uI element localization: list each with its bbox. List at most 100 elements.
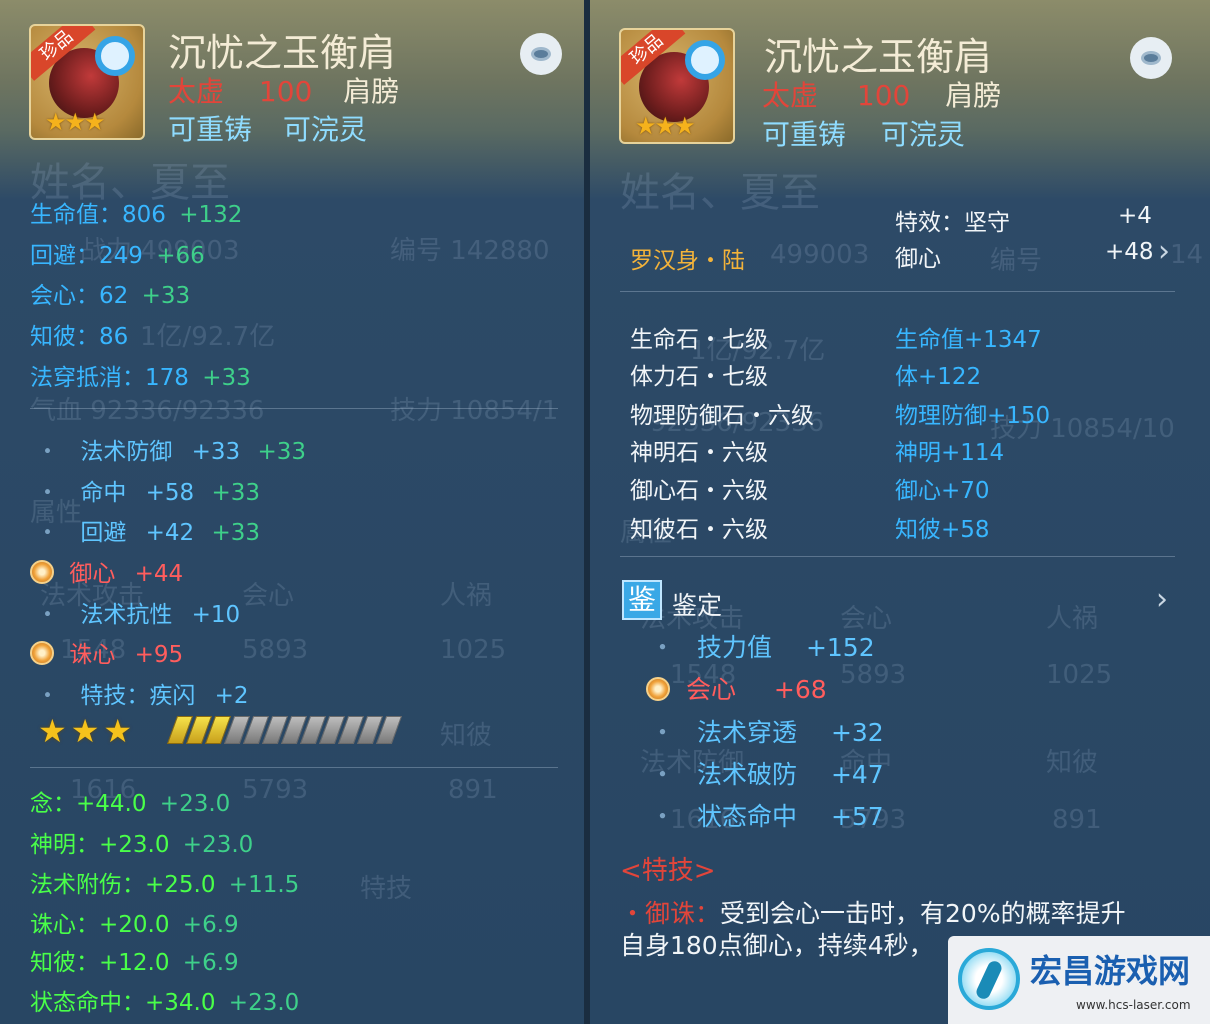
stat-bonus: +132 [179, 202, 243, 228]
gem-effect: 御心+70 [895, 478, 990, 504]
appraisal-stat-row: 会心 +68 [646, 670, 827, 706]
bullet-dot: ・ [36, 602, 59, 628]
stat-label: 诛心 [69, 642, 116, 668]
stat-value: +47 [830, 760, 884, 789]
stat-value: +42 [145, 520, 195, 546]
jade-ring-icon [685, 40, 725, 80]
bullet-dot: ・ [36, 683, 59, 709]
stat-label: 会心：62 [30, 283, 129, 309]
base-stat-row: 生命值：806 +132 [30, 195, 242, 229]
skill-name: ・御诛： [620, 899, 721, 928]
stat-value: +10 [191, 602, 241, 628]
extra-stat-row: 诛心 +95 [30, 635, 183, 669]
stat-value: +68 [773, 675, 827, 704]
stat-label: 法术抗性 [80, 602, 173, 628]
ghost-text: 1025 [1046, 660, 1113, 690]
bullet-dot: ・ [36, 480, 59, 506]
ghost-text: 特技 [360, 874, 413, 904]
gem-icon [30, 560, 54, 584]
watermark-title: 宏昌游戏网 [1030, 952, 1191, 990]
base-stat-row: 知彼：86 [30, 317, 134, 351]
stat-bonus: +66 [156, 243, 205, 269]
stat-label: 法术穿透 [696, 718, 797, 747]
ghost-text: 5893 [840, 660, 907, 690]
eye-icon[interactable] [1130, 37, 1172, 79]
chevron-right-icon[interactable]: › [1158, 234, 1170, 269]
nian-stat-row: 诛心：+20.0 +6.9 [30, 905, 239, 939]
stat-label: 法术防御 [80, 439, 173, 465]
item-name: 沉忧之玉衡肩 [764, 35, 993, 79]
gem-effect: 生命值+1347 [895, 327, 1042, 353]
bullet-dot: ・ [650, 802, 676, 831]
gem-name: 物理防御石・六级 [630, 403, 814, 429]
stat-value: +57 [830, 802, 884, 831]
gem-effect: 知彼+58 [895, 517, 990, 543]
stat-bonus: +6.9 [182, 950, 239, 976]
nian-stat-row: 状态命中：+34.0 +23.0 [30, 983, 299, 1017]
stat-bonus: +33 [257, 439, 307, 465]
ghost-text: 人祸 [1046, 604, 1099, 634]
bullet-dot: ・ [36, 439, 59, 465]
divider [620, 291, 1175, 292]
stat-label: 法术破防 [696, 760, 797, 789]
refine-label: 可浣灵 [880, 118, 965, 151]
item-name: 沉忧之玉衡肩 [168, 31, 397, 75]
ghost-text: 14 [1170, 240, 1204, 270]
icon-stars: ★★★ [635, 112, 696, 140]
ghost-text: 499003 [770, 240, 870, 270]
stat-value: +33 [191, 439, 241, 465]
ghost-text: 891 [1052, 805, 1102, 835]
slot-label: 肩膀 [343, 75, 400, 108]
skill-desc: 受到会心一击时，有20%的概率提升 [720, 899, 1126, 928]
watermark-url: www.hcs-laser.com [1076, 998, 1191, 1012]
ghost-text: 知彼 [1046, 748, 1099, 778]
nian-stat-row: 知彼：+12.0 +6.9 [30, 943, 239, 977]
appraisal-stat-row: ・ 状态命中 +57 [650, 797, 884, 833]
stat-bonus: +33 [211, 480, 261, 506]
set-name: 罗汉身・陆 [630, 248, 745, 274]
ghost-text: 姓名、夏至 [620, 170, 820, 216]
stat-bonus: +11.5 [228, 872, 300, 898]
item-traits: 可重铸 可浣灵 [168, 108, 367, 148]
stat-label: 念：+44.0 [30, 791, 147, 817]
eye-icon[interactable] [520, 33, 562, 75]
gem-icon [646, 677, 670, 701]
chevron-right-icon[interactable]: › [1156, 582, 1168, 617]
stat-label: 神明：+23.0 [30, 832, 170, 858]
extra-stat-row: ・ 法术防御 +33 +33 [36, 432, 306, 466]
stat-label: 御心 [69, 561, 116, 587]
site-watermark: 宏昌游戏网 www.hcs-laser.com [948, 936, 1210, 1024]
gem-name: 神明石・六级 [630, 440, 768, 466]
stat-label: 回避：249 [30, 243, 143, 269]
base-stat-row: 法穿抵消：178 +33 [30, 358, 251, 392]
skill-desc-line-1: ・御诛：受到会心一击时，有20%的概率提升 [620, 898, 1126, 930]
stat-bonus: +33 [202, 365, 251, 391]
stat-value: +95 [134, 642, 184, 668]
extra-stat-row: ・ 命中 +58 +33 [36, 473, 260, 507]
ghost-text: 5793 [242, 775, 309, 805]
ghost-text: 1025 [440, 635, 507, 665]
yuxin-value: +48 [1105, 239, 1154, 265]
gem-name: 御心石・六级 [630, 478, 768, 504]
divider [30, 767, 558, 768]
stat-value: +2 [214, 683, 249, 709]
stat-label: 状态命中 [696, 802, 797, 831]
stat-label: 状态命中：+34.0 [30, 990, 216, 1016]
bullet-dot: ・ [650, 633, 676, 662]
stat-value: +58 [145, 480, 195, 506]
divider [620, 556, 1175, 557]
icon-stars: ★★★ [45, 108, 106, 136]
left-tooltip-panel: 姓名、夏至 战力 499003 编号 142880 1亿/92.7亿 气血 92… [0, 0, 584, 1024]
stat-value: +152 [805, 633, 875, 662]
stat-bonus: +23.0 [159, 791, 231, 817]
stat-value: +32 [830, 718, 884, 747]
item-level: 100 [258, 75, 313, 108]
appraisal-title: 鉴定 [672, 591, 723, 620]
realm-label: 太虚 [762, 79, 819, 112]
stat-label: 生命值：806 [30, 202, 166, 228]
stat-bonus: +23.0 [182, 832, 254, 858]
skill-desc-line-2: 自身180点御心，持续4秒， [620, 931, 934, 960]
slot-label: 肩膀 [945, 79, 1002, 112]
nian-stat-row: 念：+44.0 +23.0 [30, 784, 230, 818]
base-stat-row: 回避：249 +66 [30, 236, 205, 270]
